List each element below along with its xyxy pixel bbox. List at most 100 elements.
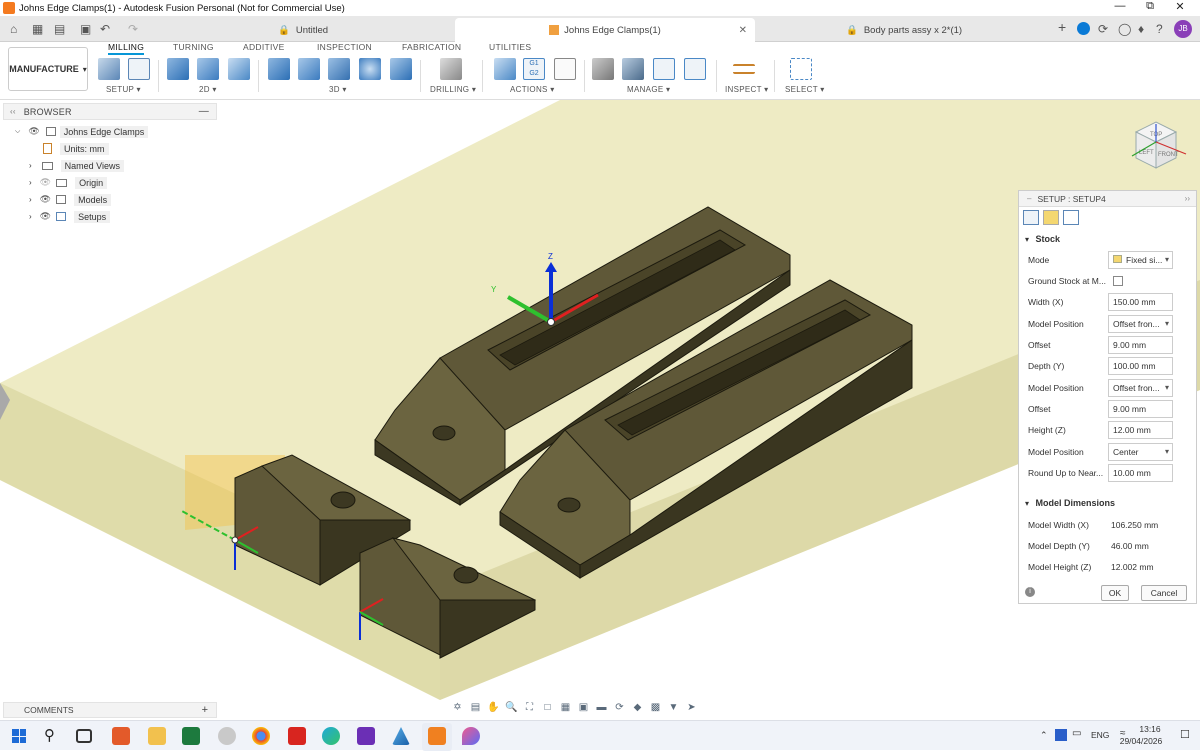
save-icon[interactable]: ▣ <box>80 22 91 36</box>
fit-icon[interactable]: ⛶ <box>522 702 537 714</box>
tab-turning[interactable]: TURNING <box>173 42 214 52</box>
nc-program-icon[interactable] <box>128 58 150 80</box>
group-drilling[interactable]: DRILLING ▾ <box>430 85 476 94</box>
word-tray-icon[interactable] <box>1055 729 1067 741</box>
round-up-input[interactable]: 10.00 mm <box>1108 464 1173 482</box>
collapse-icon[interactable]: – <box>1027 194 1031 203</box>
machine-library-icon[interactable] <box>622 58 644 80</box>
chevron-right-icon[interactable]: › <box>29 195 32 204</box>
edge-icon[interactable] <box>322 727 340 745</box>
expand-icon[interactable]: ›› <box>1185 194 1190 203</box>
toolpath-display-icon[interactable]: ◆ <box>630 702 645 714</box>
3d-adaptive-icon[interactable] <box>268 58 290 80</box>
tab-untitled[interactable]: 🔒 Untitled <box>270 18 450 42</box>
file-explorer-icon[interactable] <box>148 727 166 745</box>
ground-stock-checkbox[interactable] <box>1113 276 1123 286</box>
collapse-icon[interactable]: ‹‹ <box>10 107 16 116</box>
drill-icon[interactable] <box>440 58 462 80</box>
display-settings-icon[interactable]: □ <box>540 702 555 714</box>
tab-additive[interactable]: ADDITIVE <box>243 42 285 52</box>
comments-panel[interactable]: COMMENTS + <box>3 702 217 718</box>
chevron-right-icon[interactable]: › <box>29 212 32 221</box>
zoom-icon[interactable]: 🔍 <box>504 702 519 714</box>
search-icon[interactable]: ⚲ <box>44 726 55 744</box>
viewports-icon[interactable]: ▣ <box>576 702 591 714</box>
new-tab-plus-icon[interactable]: + <box>1058 19 1066 35</box>
stock-tab-icon[interactable] <box>1043 210 1059 225</box>
group-select[interactable]: SELECT ▾ <box>785 85 825 94</box>
group-setup[interactable]: SETUP ▾ <box>106 85 141 94</box>
stock-display-icon[interactable]: ▬ <box>594 702 609 714</box>
close-tab-icon[interactable]: ✕ <box>739 25 747 36</box>
restore-icon[interactable]: ⧉ <box>1135 0 1165 13</box>
pan-hand-icon[interactable]: ✋ <box>486 702 501 714</box>
simulation-icon[interactable]: ➤ <box>684 702 699 714</box>
template-library-icon[interactable] <box>684 58 706 80</box>
tab-inspection[interactable]: INSPECTION <box>317 42 372 52</box>
tool-display-icon[interactable]: ▼ <box>666 702 681 714</box>
notification-center-icon[interactable]: ☐ <box>1180 728 1190 741</box>
app-purple-icon[interactable] <box>357 727 375 745</box>
help-icon[interactable]: ? <box>1156 22 1163 36</box>
cancel-button[interactable]: Cancel <box>1141 585 1187 601</box>
autodesk-icon[interactable] <box>392 727 410 745</box>
app-icon[interactable] <box>218 727 236 745</box>
chevron-right-icon[interactable]: › <box>29 178 32 187</box>
task-view-icon[interactable] <box>76 729 92 743</box>
online-status-icon[interactable]: ◯ <box>1118 22 1131 36</box>
eye-icon[interactable]: 👁 <box>40 211 51 222</box>
browser-header[interactable]: ‹‹ BROWSER — <box>3 103 217 120</box>
home-icon[interactable]: ⌂ <box>10 22 17 36</box>
file-icon[interactable]: ▤ <box>54 22 65 36</box>
redo-icon[interactable]: ↷ <box>128 22 138 36</box>
group-actions[interactable]: ACTIONS ▾ <box>510 85 555 94</box>
extensions-icon[interactable] <box>1077 22 1090 35</box>
acrobat-icon[interactable] <box>288 727 306 745</box>
minimize-panel-icon[interactable]: — <box>199 106 209 117</box>
close-icon[interactable]: ✕ <box>1165 0 1195 13</box>
offset-x-input[interactable]: 9.00 mm <box>1108 336 1173 354</box>
contour-icon[interactable] <box>390 58 412 80</box>
tool-library-icon[interactable] <box>592 58 614 80</box>
network-icon[interactable]: ▭ <box>1072 728 1081 739</box>
info-icon[interactable]: i <box>1025 587 1035 597</box>
browser-item-root[interactable]: ⌵ 👁 Johns Edge Clamps <box>15 124 149 139</box>
tray-chevron-icon[interactable]: ⌃ <box>1040 730 1048 741</box>
group-2d[interactable]: 2D ▾ <box>199 85 217 94</box>
browser-item-units[interactable]: Units: mm <box>43 141 109 156</box>
measure-icon[interactable] <box>733 64 755 74</box>
select-window-icon[interactable] <box>790 58 812 80</box>
group-manage[interactable]: MANAGE ▾ <box>627 85 670 94</box>
minimize-icon[interactable]: — <box>1105 0 1135 12</box>
offset-y-input[interactable]: 9.00 mm <box>1108 400 1173 418</box>
eye-icon[interactable]: 👁 <box>28 126 39 137</box>
look-at-icon[interactable]: ▤ <box>468 702 483 714</box>
scallop-icon[interactable] <box>359 58 381 80</box>
rotate-icon[interactable]: ⟳ <box>612 702 627 714</box>
model-position-x-select[interactable]: Offset fron... <box>1108 315 1173 333</box>
fusion-icon[interactable] <box>428 727 446 745</box>
width-input[interactable]: 150.00 mm <box>1108 293 1173 311</box>
steep-shallow-icon[interactable] <box>328 58 350 80</box>
chrome-icon[interactable] <box>252 727 270 745</box>
group-inspect[interactable]: INSPECT ▾ <box>725 85 768 94</box>
user-avatar[interactable]: JB <box>1174 20 1192 38</box>
depth-input[interactable]: 100.00 mm <box>1108 357 1173 375</box>
2d-pocket-icon[interactable] <box>197 58 219 80</box>
group-3d[interactable]: 3D ▾ <box>329 85 347 94</box>
2d-adaptive-icon[interactable] <box>167 58 189 80</box>
windows-start-icon[interactable] <box>12 729 26 743</box>
model-position-y-select[interactable]: Offset fron... <box>1108 379 1173 397</box>
add-comment-icon[interactable]: + <box>202 704 208 716</box>
setup-tab-icon[interactable] <box>1023 210 1039 225</box>
tab-fabrication[interactable]: FABRICATION <box>402 42 461 52</box>
model-dimensions-header[interactable]: ▾ Model Dimensions <box>1025 498 1115 508</box>
browser-item-origin[interactable]: › 👁 Origin <box>29 175 108 190</box>
new-setup-icon[interactable] <box>98 58 120 80</box>
undo-icon[interactable]: ↶ <box>100 22 110 36</box>
data-panel-grid-icon[interactable]: ▦ <box>32 22 43 36</box>
setup-sheet-icon[interactable] <box>554 58 576 80</box>
simulate-icon[interactable] <box>494 58 516 80</box>
post-library-icon[interactable] <box>653 58 675 80</box>
workspace-selector[interactable]: MANUFACTURE ▾ <box>8 47 88 91</box>
